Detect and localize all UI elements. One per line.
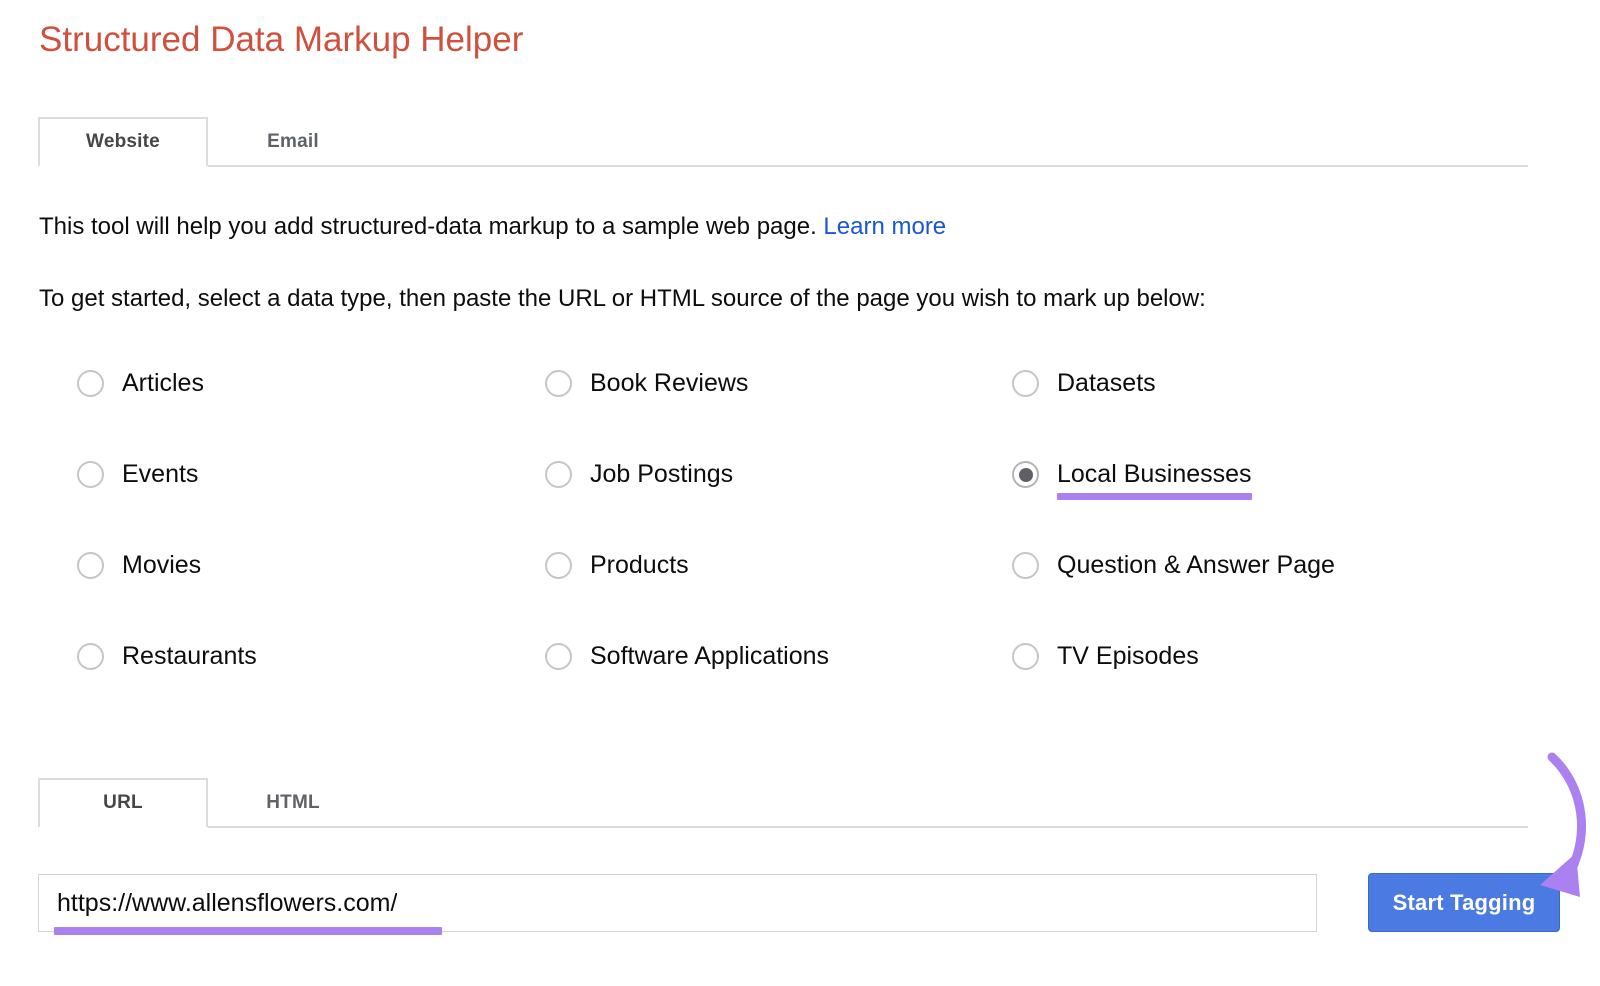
radio-row: Restaurants Software Applications TV Epi…	[0, 639, 1600, 730]
radio-option-articles[interactable]: Articles	[77, 366, 204, 412]
radio-option-label-text: Local Businesses	[1057, 460, 1252, 488]
page-title: Structured Data Markup Helper	[39, 20, 524, 59]
radio-option-question-answer-page[interactable]: Question & Answer Page	[1012, 548, 1335, 594]
radio-option-label: Products	[590, 551, 689, 579]
tab-website-label: Website	[86, 131, 160, 152]
radio-option-products[interactable]: Products	[545, 548, 689, 594]
radio-option-movies[interactable]: Movies	[77, 548, 201, 594]
intro-text: This tool will help you add structured-d…	[39, 213, 817, 240]
tab-html-label: HTML	[266, 792, 320, 813]
radio-option-local-businesses[interactable]: Local Businesses	[1012, 457, 1252, 503]
highlight-underline-url	[54, 927, 442, 935]
radio-icon[interactable]	[77, 552, 104, 579]
radio-option-software-applications[interactable]: Software Applications	[545, 639, 829, 685]
radio-icon[interactable]	[77, 461, 104, 488]
radio-icon-selected[interactable]	[1012, 461, 1039, 488]
learn-more-link[interactable]: Learn more	[823, 213, 946, 240]
source-tab-bar: URL HTML	[38, 778, 1528, 828]
tab-url-label: URL	[103, 792, 143, 813]
radio-icon[interactable]	[1012, 643, 1039, 670]
radio-option-job-postings[interactable]: Job Postings	[545, 457, 733, 503]
highlight-underline	[1057, 493, 1252, 500]
top-tab-bar: Website Email	[38, 117, 1528, 167]
radio-option-label: Articles	[122, 369, 204, 397]
radio-option-label: Question & Answer Page	[1057, 551, 1335, 579]
radio-icon[interactable]	[545, 643, 572, 670]
radio-option-label: Events	[122, 460, 199, 488]
tab-website[interactable]: Website	[38, 117, 208, 167]
radio-icon[interactable]	[545, 552, 572, 579]
radio-option-label: Book Reviews	[590, 369, 749, 397]
page-root: Structured Data Markup Helper Website Em…	[0, 0, 1600, 986]
radio-icon[interactable]	[545, 461, 572, 488]
radio-option-label: Restaurants	[122, 642, 257, 670]
data-type-radio-group: Articles Book Reviews Datasets Events Jo…	[0, 366, 1600, 730]
radio-icon[interactable]	[1012, 370, 1039, 397]
radio-icon[interactable]	[77, 370, 104, 397]
tab-html[interactable]: HTML	[208, 778, 378, 828]
radio-row: Articles Book Reviews Datasets	[0, 366, 1600, 457]
radio-option-label: Movies	[122, 551, 202, 579]
radio-row: Movies Products Question & Answer Page	[0, 548, 1600, 639]
url-input[interactable]: https://www.allensflowers.com/	[38, 874, 1317, 932]
radio-option-label: Job Postings	[590, 460, 734, 488]
radio-option-book-reviews[interactable]: Book Reviews	[545, 366, 748, 412]
radio-option-label: TV Episodes	[1057, 642, 1199, 670]
intro-paragraph: This tool will help you add structured-d…	[39, 212, 946, 242]
radio-option-restaurants[interactable]: Restaurants	[77, 639, 257, 685]
radio-icon[interactable]	[77, 643, 104, 670]
radio-option-events[interactable]: Events	[77, 457, 198, 503]
radio-icon[interactable]	[545, 370, 572, 397]
url-input-value: https://www.allensflowers.com/	[57, 889, 398, 917]
start-tagging-button[interactable]: Start Tagging	[1368, 873, 1560, 932]
radio-option-label: Local Businesses	[1057, 457, 1252, 500]
tab-url[interactable]: URL	[38, 778, 208, 828]
tab-email[interactable]: Email	[208, 117, 378, 167]
tab-email-label: Email	[267, 131, 319, 152]
start-tagging-label: Start Tagging	[1392, 889, 1536, 915]
radio-option-datasets[interactable]: Datasets	[1012, 366, 1156, 412]
radio-option-label: Software Applications	[590, 642, 830, 670]
radio-row: Events Job Postings Local Businesses	[0, 457, 1600, 548]
get-started-paragraph: To get started, select a data type, then…	[39, 285, 1206, 312]
radio-option-tv-episodes[interactable]: TV Episodes	[1012, 639, 1199, 685]
radio-option-label: Datasets	[1057, 369, 1156, 397]
radio-icon[interactable]	[1012, 552, 1039, 579]
